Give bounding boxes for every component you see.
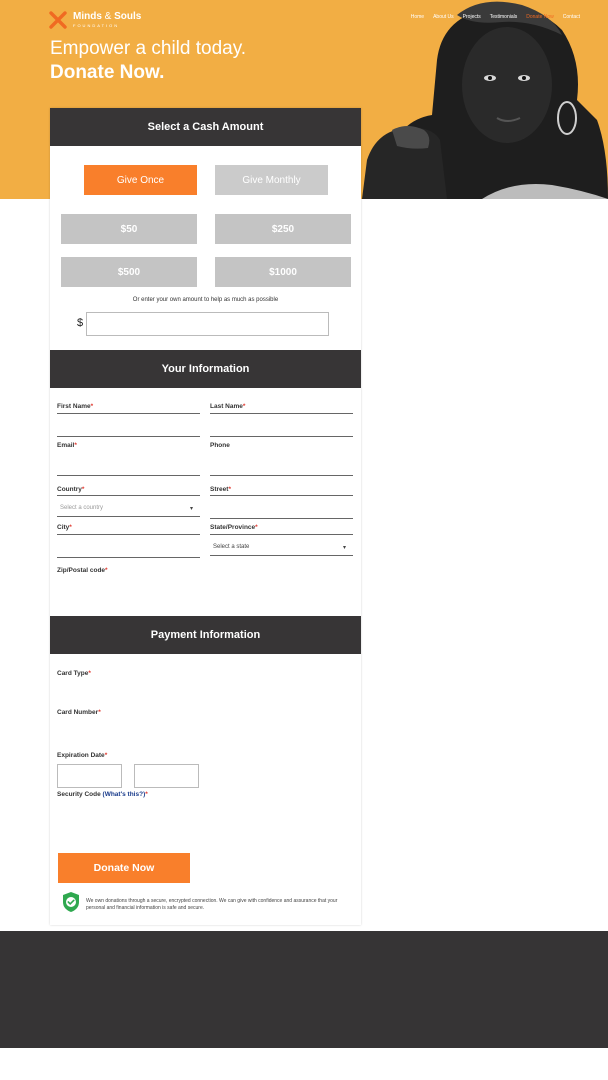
phone-field[interactable] — [210, 475, 353, 476]
child-photo — [362, 0, 608, 199]
state-underline — [210, 534, 353, 535]
hero-headline: Empower a child today. — [50, 38, 247, 59]
street-label: Street* — [210, 486, 231, 493]
amount-1000-button[interactable]: $1000 — [215, 257, 351, 287]
secure-notice-text: We own donations through a secure, encry… — [86, 898, 338, 911]
zip-label: Zip/Postal code* — [57, 567, 108, 574]
nav-home[interactable]: Home — [411, 14, 424, 20]
security-code-field[interactable] — [57, 801, 200, 802]
city-underline — [57, 557, 200, 558]
amount-section-title: Select a Cash Amount — [50, 108, 361, 146]
whats-this-link[interactable]: (What's this?) — [103, 791, 146, 798]
chevron-down-icon: ▾ — [342, 545, 346, 551]
expiration-label: Expiration Date* — [57, 752, 108, 759]
state-label: State/Province* — [210, 524, 258, 531]
country-underline — [57, 495, 200, 496]
phone-label: Phone — [210, 442, 230, 449]
top-nav: Home About Us Projects Testimonials Dona… — [411, 14, 580, 20]
hero-subheadline: Donate Now. — [50, 62, 165, 83]
last-name-field[interactable] — [210, 413, 353, 414]
city-label: City* — [57, 524, 72, 531]
shield-check-icon — [63, 892, 79, 912]
card-type-label: Card Type* — [57, 670, 91, 677]
amount-500-button[interactable]: $500 — [61, 257, 197, 287]
nav-projects[interactable]: Projects — [463, 14, 481, 20]
amount-250-button[interactable]: $250 — [215, 214, 351, 244]
expiration-month-input[interactable] — [57, 764, 122, 788]
security-code-label: Security Code (What's this?)* — [57, 791, 148, 798]
own-amount-label: Or enter your own amount to help as much… — [132, 297, 279, 303]
brand-subtitle: FOUNDATION — [73, 23, 120, 28]
country-select[interactable]: Select a country ▾ — [57, 499, 200, 517]
brand-logo[interactable]: Minds & Souls FOUNDATION — [49, 9, 141, 31]
street-underline — [210, 518, 353, 519]
first-name-field[interactable] — [57, 413, 200, 414]
nav-donate[interactable]: Donate Now — [526, 14, 554, 20]
donation-page: Minds & Souls FOUNDATION Home About Us P… — [0, 0, 608, 1080]
card-number-field[interactable] — [57, 719, 200, 720]
own-amount-input[interactable] — [86, 312, 329, 336]
city-field[interactable] — [57, 534, 200, 535]
x-mark-icon — [49, 11, 67, 29]
expiration-year-input[interactable] — [134, 764, 199, 788]
state-select[interactable]: Select a state ▾ — [210, 538, 353, 556]
amount-50-button[interactable]: $50 — [61, 214, 197, 244]
email-field[interactable] — [57, 475, 200, 476]
donation-form: Select a Cash Amount Give Once Give Mont… — [50, 108, 361, 925]
street-field[interactable] — [210, 495, 353, 496]
currency-symbol: $ — [77, 317, 84, 329]
nav-testimonials[interactable]: Testimonials — [490, 14, 518, 20]
first-name-label: First Name* — [57, 403, 94, 410]
donate-now-button[interactable]: Donate Now — [58, 853, 190, 883]
card-type-field[interactable] — [57, 680, 200, 681]
give-once-button[interactable]: Give Once — [84, 165, 197, 195]
last-name-underline — [210, 436, 353, 437]
nav-about[interactable]: About Us — [433, 14, 454, 20]
last-name-label: Last Name* — [210, 403, 246, 410]
card-number-label: Card Number* — [57, 709, 101, 716]
email-label: Email* — [57, 442, 77, 449]
brand-name: Minds & Souls — [73, 11, 142, 22]
payment-section-title: Payment Information — [50, 616, 361, 654]
page-footer — [0, 931, 608, 1048]
country-label: Country* — [57, 486, 85, 493]
nav-contact[interactable]: Contact — [563, 14, 580, 20]
give-monthly-button[interactable]: Give Monthly — [215, 165, 328, 195]
first-name-underline — [57, 436, 200, 437]
info-section-title: Your Information — [50, 350, 361, 388]
chevron-down-icon: ▾ — [189, 506, 193, 512]
zip-field[interactable] — [57, 578, 200, 579]
